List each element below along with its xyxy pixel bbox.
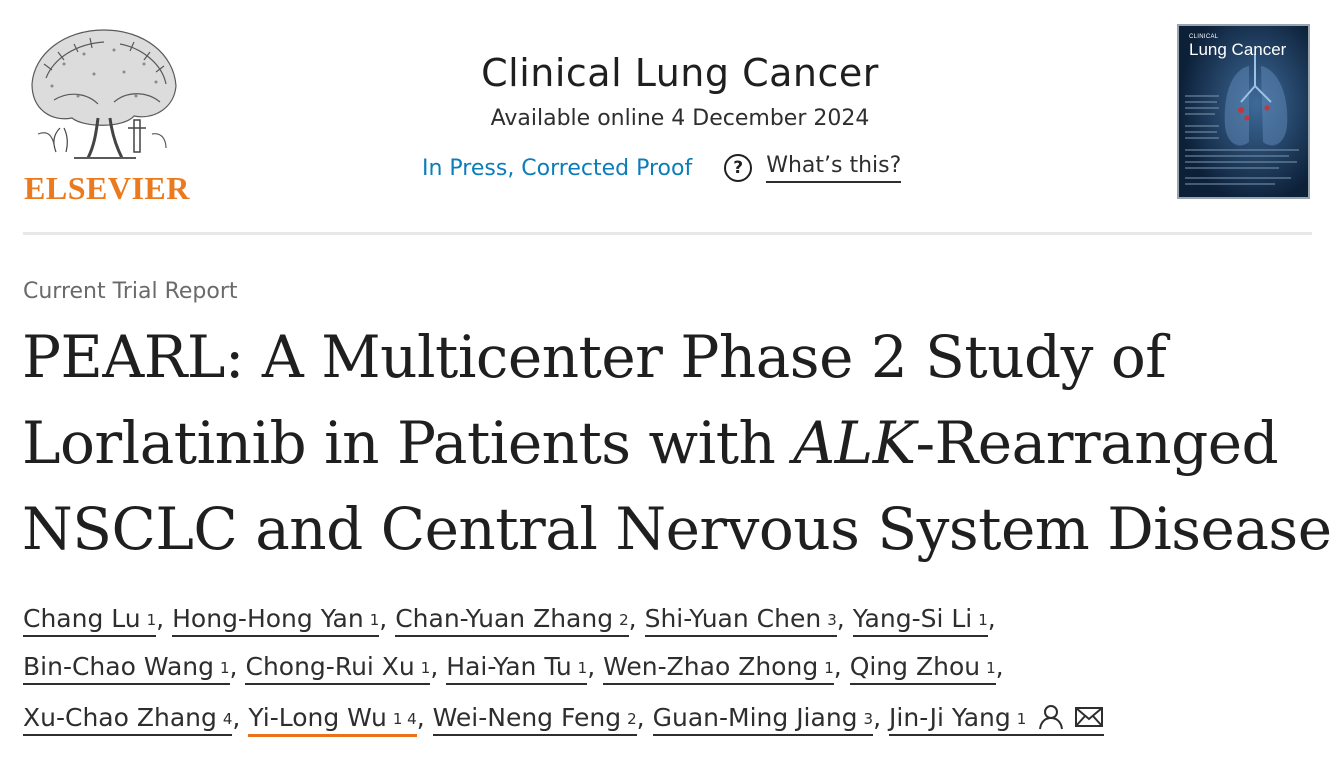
author-affiliation: 1 [577, 659, 588, 677]
article-title: PEARL: A Multicenter Phase 2 Study of Lo… [22, 314, 1332, 572]
journal-cover-image[interactable]: CLINICAL Lung Cancer [1177, 24, 1310, 199]
author-name: Qing Zhou [849, 652, 981, 681]
author-separator: , [636, 703, 645, 732]
author-separator: , [987, 604, 996, 633]
available-online-date: Available online 4 December 2024 [490, 106, 870, 131]
author-name: Xu-Chao Zhang [23, 703, 217, 732]
title-line-1: PEARL: A Multicenter Phase 2 Study of [22, 323, 1167, 391]
author-separator: , [156, 604, 165, 633]
article-status-row: In Press, Corrected Proof ? What’s this? [422, 153, 902, 183]
author-link[interactable]: Xu-Chao Zhang 4 [23, 703, 233, 736]
author-affiliation: 1 [369, 611, 380, 629]
author-name: Chang Lu [23, 604, 141, 633]
author-link[interactable]: Yang-Si Li 1 [852, 604, 988, 637]
author-link[interactable]: Wen-Zhao Zhong 1 [603, 652, 834, 685]
author-name: Yang-Si Li [852, 604, 973, 633]
author-separator: , [430, 652, 439, 681]
title-line-2-end: -Rearranged [915, 409, 1279, 477]
author-line-3: Xu-Chao Zhang 4, Yi-Long Wu 1 4, Wei-Neng … [23, 700, 1323, 748]
author-separator: , [416, 703, 425, 732]
author-line-2: Bin-Chao Wang 1, Chong-Rui Xu 1, Hai-Yan T… [23, 652, 1323, 700]
author-link[interactable]: Hong-Hong Yan 1 [172, 604, 380, 637]
author-affiliation: 1 [824, 659, 834, 677]
author-affiliation: 3 [827, 611, 837, 629]
author-separator: , [229, 652, 238, 681]
author-name: Jin-Ji Yang [889, 703, 1011, 732]
author-link[interactable]: Wei-Neng Feng 2 [432, 703, 637, 736]
title-line-3: NSCLC and Central Nervous System Disease [22, 495, 1332, 563]
publisher-name: ELSEVIER [24, 170, 190, 206]
author-affiliation: 1 [219, 659, 230, 677]
author-link[interactable]: Chong-Rui Xu 1 [245, 652, 431, 685]
author-affiliation: 1 4 [392, 710, 417, 728]
journal-title-link[interactable]: Clinical Lung Cancer [370, 48, 990, 98]
author-affiliation: 3 [863, 710, 874, 728]
author-list: Chang Lu 1, Hong-Hong Yan 1, Chan-Yuan Zha… [23, 604, 1323, 748]
author-separator: , [628, 604, 637, 633]
mail-icon [1075, 707, 1104, 727]
author-name: Wei-Neng Feng [432, 703, 622, 732]
title-line-2-start: Lorlatinib in Patients with [22, 409, 794, 477]
author-name: Chong-Rui Xu [245, 652, 415, 681]
journal-header: Clinical Lung Cancer Available online 4 … [370, 48, 990, 131]
author-link[interactable]: Chang Lu 1 [23, 604, 157, 637]
author-separator: , [833, 652, 842, 681]
author-line-1: Chang Lu 1, Hong-Hong Yan 1, Chan-Yuan Zha… [23, 604, 1323, 652]
author-affiliation: 4 [222, 710, 233, 728]
author-link[interactable]: Shi-Yuan Chen 3 [644, 604, 837, 637]
author-separator: , [836, 604, 845, 633]
author-name: Hong-Hong Yan [172, 604, 364, 633]
author-name: Hai-Yan Tu [446, 652, 572, 681]
author-affiliation: 1 [978, 611, 988, 629]
author-link[interactable]: Bin-Chao Wang 1 [23, 652, 230, 685]
author-separator: , [232, 703, 241, 732]
author-affiliation: 1 [1016, 710, 1027, 728]
article-type: Current Trial Report [23, 279, 238, 304]
header-divider [23, 232, 1312, 235]
whats-this-label: What’s this? [766, 153, 902, 183]
author-name: Guan-Ming Jiang [652, 703, 858, 732]
author-separator: , [873, 703, 882, 732]
author-separator: , [587, 652, 596, 681]
title-line-2: Lorlatinib in Patients with ALK-Rearrang… [22, 400, 1322, 486]
author-affiliation: 1 [420, 659, 431, 677]
author-link-highlighted[interactable]: Yi-Long Wu 1 4 [248, 703, 417, 737]
author-name: Shi-Yuan Chen [644, 604, 822, 633]
author-link[interactable]: Chan-Yuan Zhang 2 [395, 604, 629, 637]
corresponding-author-link[interactable]: Jin-Ji Yang 1 [889, 700, 1105, 736]
author-affiliation: 1 [986, 659, 996, 677]
in-press-status-link[interactable]: In Press, Corrected Proof [422, 156, 692, 181]
author-affiliation: 2 [627, 710, 637, 728]
author-name: Yi-Long Wu [248, 703, 387, 732]
elsevier-tree-icon [31, 29, 177, 159]
author-separator: , [995, 652, 1004, 681]
author-name: Bin-Chao Wang [23, 652, 214, 681]
publisher-logo[interactable]: ELSEVIER [24, 24, 190, 206]
author-link[interactable]: Guan-Ming Jiang 3 [652, 703, 874, 736]
author-name: Chan-Yuan Zhang [395, 604, 614, 633]
title-gene-name: ALK [793, 409, 916, 477]
person-icon [1039, 705, 1064, 730]
author-link[interactable]: Hai-Yan Tu 1 [446, 652, 588, 685]
question-icon: ? [724, 154, 753, 182]
author-link[interactable]: Qing Zhou 1 [849, 652, 996, 685]
author-name: Wen-Zhao Zhong [603, 652, 819, 681]
author-affiliation: 2 [619, 611, 629, 629]
author-separator: , [379, 604, 388, 633]
cover-journal-title: CLINICAL Lung Cancer [1189, 34, 1286, 58]
cover-title-label: Lung Cancer [1189, 40, 1287, 59]
author-affiliation: 1 [146, 611, 157, 629]
whats-this-button[interactable]: ? What’s this? [724, 153, 902, 183]
